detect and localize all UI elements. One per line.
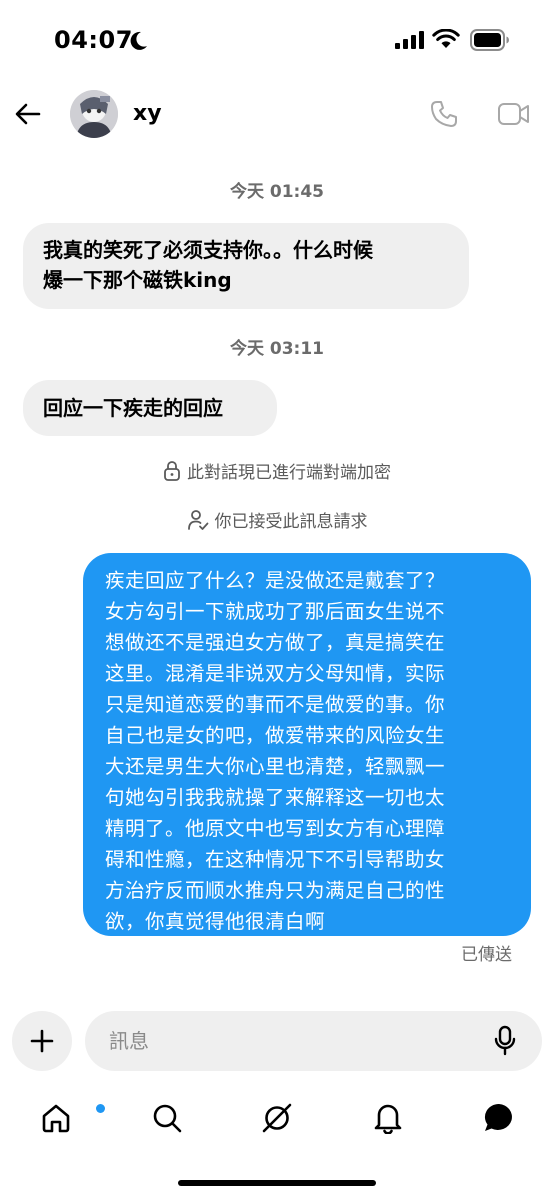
avatar-image (70, 90, 118, 138)
timestamp: 今天 03:11 (229, 339, 325, 359)
notice-text: 此對話現已進行端對端加密 (187, 463, 391, 483)
avatar[interactable] (70, 90, 118, 138)
sent-status: 已傳送 (461, 945, 512, 965)
status-bar: 04:07 (0, 0, 554, 84)
incoming-message-bubble[interactable]: 回应一下疾走的回应 (23, 380, 277, 436)
message-line: 欲，你真觉得他很清白啊 (105, 910, 326, 933)
incoming-message-bubble[interactable]: 我真的笑死了必须支持你。。什么时候 爆一下那个磁铁king (23, 223, 469, 309)
nav-explore[interactable] (257, 1098, 297, 1138)
messages-icon (484, 1103, 512, 1131)
status-time: 04:07 (54, 26, 133, 54)
message-composer (85, 1011, 542, 1071)
nav-search[interactable] (147, 1098, 187, 1138)
plus-icon (30, 1029, 54, 1053)
home-indicator (178, 1180, 376, 1186)
signal-icon (395, 31, 424, 49)
nav-messages[interactable] (479, 1098, 519, 1138)
request-accepted-notice: 你已接受此訊息請求 (0, 507, 554, 532)
person-check-icon (187, 509, 208, 530)
message-line: 只是知道恋爱的事而不是做爱的事。你 (105, 693, 446, 716)
message-input[interactable] (109, 1011, 469, 1071)
timestamp: 今天 01:45 (229, 182, 325, 202)
notification-dot (96, 1104, 105, 1113)
message-line: 疾走回应了什么？是没做还是戴套了？ (105, 569, 446, 592)
moon-icon (130, 31, 147, 50)
voice-message-button[interactable] (490, 1025, 520, 1057)
lock-icon (164, 460, 180, 481)
back-button[interactable] (10, 96, 46, 132)
explore-icon (262, 1103, 292, 1133)
message-line: 句她勾引我我就操了来解释这一切也太 (105, 786, 446, 809)
nav-notifications[interactable] (368, 1098, 408, 1138)
video-call-button[interactable] (494, 96, 534, 132)
phone-icon (431, 101, 457, 127)
message-line: 方治疗反而顺水推舟只为满足自己的性 (105, 879, 446, 902)
message-line: 爆一下那个磁铁king (43, 268, 232, 292)
arrow-left-icon (15, 103, 41, 125)
add-attachment-button[interactable] (12, 1011, 72, 1071)
message-line: 大还是男生大你心里也清楚，轻飘飘一 (105, 755, 446, 778)
battery-icon (470, 29, 509, 51)
bottom-nav (0, 1086, 554, 1146)
microphone-icon (494, 1025, 516, 1056)
message-line: 想做还不是强迫女方做了，真是搞笑在 (105, 631, 446, 654)
message-line: 碍和性瘾，在这种情况下不引导帮助女 (105, 848, 446, 871)
notifications-icon (374, 1104, 402, 1134)
home-icon (42, 1104, 70, 1133)
notice-text: 你已接受此訊息請求 (214, 512, 368, 532)
chat-header: xy (0, 84, 554, 148)
message-line: 女方勾引一下就成功了那后面女生说不 (105, 600, 446, 623)
message-line: 自己也是女的吧，做爱带来的风险女生 (105, 724, 446, 747)
message-line: 这里。混淆是非说双方父母知情，实际 (105, 662, 446, 685)
encryption-notice: 此對話現已進行端對端加密 (0, 458, 554, 483)
contact-name[interactable]: xy (133, 101, 162, 126)
search-icon (153, 1104, 182, 1133)
voice-call-button[interactable] (426, 96, 462, 132)
nav-home[interactable] (36, 1098, 105, 1138)
message-line: 我真的笑死了必须支持你。。什么时候 (43, 238, 373, 262)
wifi-icon (432, 29, 460, 48)
video-camera-icon (498, 103, 529, 125)
message-line: 精明了。他原文中也写到女方有心理障 (105, 817, 446, 840)
message-line: 回应一下疾走的回应 (43, 396, 223, 420)
outgoing-message-bubble[interactable]: 疾走回应了什么？是没做还是戴套了？ 女方勾引一下就成功了那后面女生说不 想做还不… (83, 553, 531, 936)
